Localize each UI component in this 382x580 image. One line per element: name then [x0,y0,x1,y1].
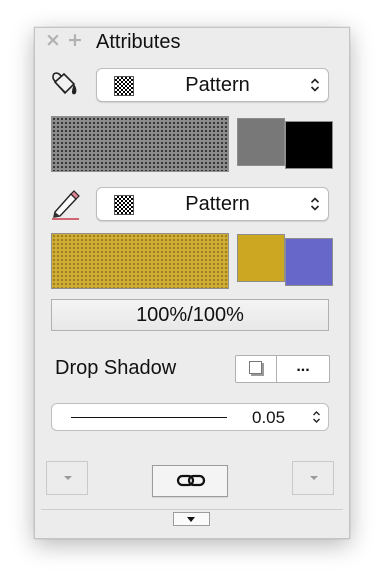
fill-foreground-color-well[interactable] [237,118,285,166]
pen-foreground-color-well[interactable] [237,234,285,282]
pen-preview [51,233,229,289]
fill-preview [51,116,229,172]
opacity-button[interactable]: 100%/100% [51,299,329,331]
drop-shadow-options-button[interactable]: ... [277,356,329,382]
pen-pattern-popup[interactable]: Pattern [96,187,329,221]
attributes-panel: × + Attributes Pattern Pattern 100%/100%… [34,27,350,539]
pattern-swatch-icon [114,76,134,96]
triangle-down-icon [310,476,318,480]
chevron-updown-icon [310,78,320,92]
link-button[interactable] [152,465,228,497]
drop-shadow-toggle[interactable] [236,356,277,382]
disclosure-button[interactable] [173,512,210,526]
close-icon[interactable]: × [45,31,61,50]
pen-pattern-label: Pattern [185,193,250,215]
link-chain-icon [176,474,206,487]
triangle-down-icon [64,476,72,480]
panel-title: Attributes [96,31,181,53]
fill-pattern-popup[interactable]: Pattern [96,68,329,102]
title-bar: × + Attributes [35,28,349,56]
plus-icon[interactable]: + [67,31,83,50]
pattern-swatch-icon [114,195,134,215]
triangle-down-icon [187,517,195,522]
shadow-icon [249,361,262,374]
fill-background-color-well[interactable] [285,121,333,169]
chevron-updown-icon [313,411,320,423]
pen-background-color-well[interactable] [285,238,333,286]
right-menu-button[interactable] [292,461,334,495]
line-weight-popup[interactable]: 0.05 [51,403,329,431]
line-weight-sample [71,417,227,418]
footer-divider [41,509,343,510]
drop-shadow-label: Drop Shadow [55,357,177,379]
line-weight-value: 0.05 [252,408,286,427]
chevron-updown-icon [310,197,320,211]
pencil-icon [49,188,81,220]
fill-pattern-label: Pattern [185,74,250,96]
drop-shadow-control: ... [235,355,330,383]
left-menu-button[interactable] [46,461,88,495]
paint-bucket-icon [49,68,81,100]
